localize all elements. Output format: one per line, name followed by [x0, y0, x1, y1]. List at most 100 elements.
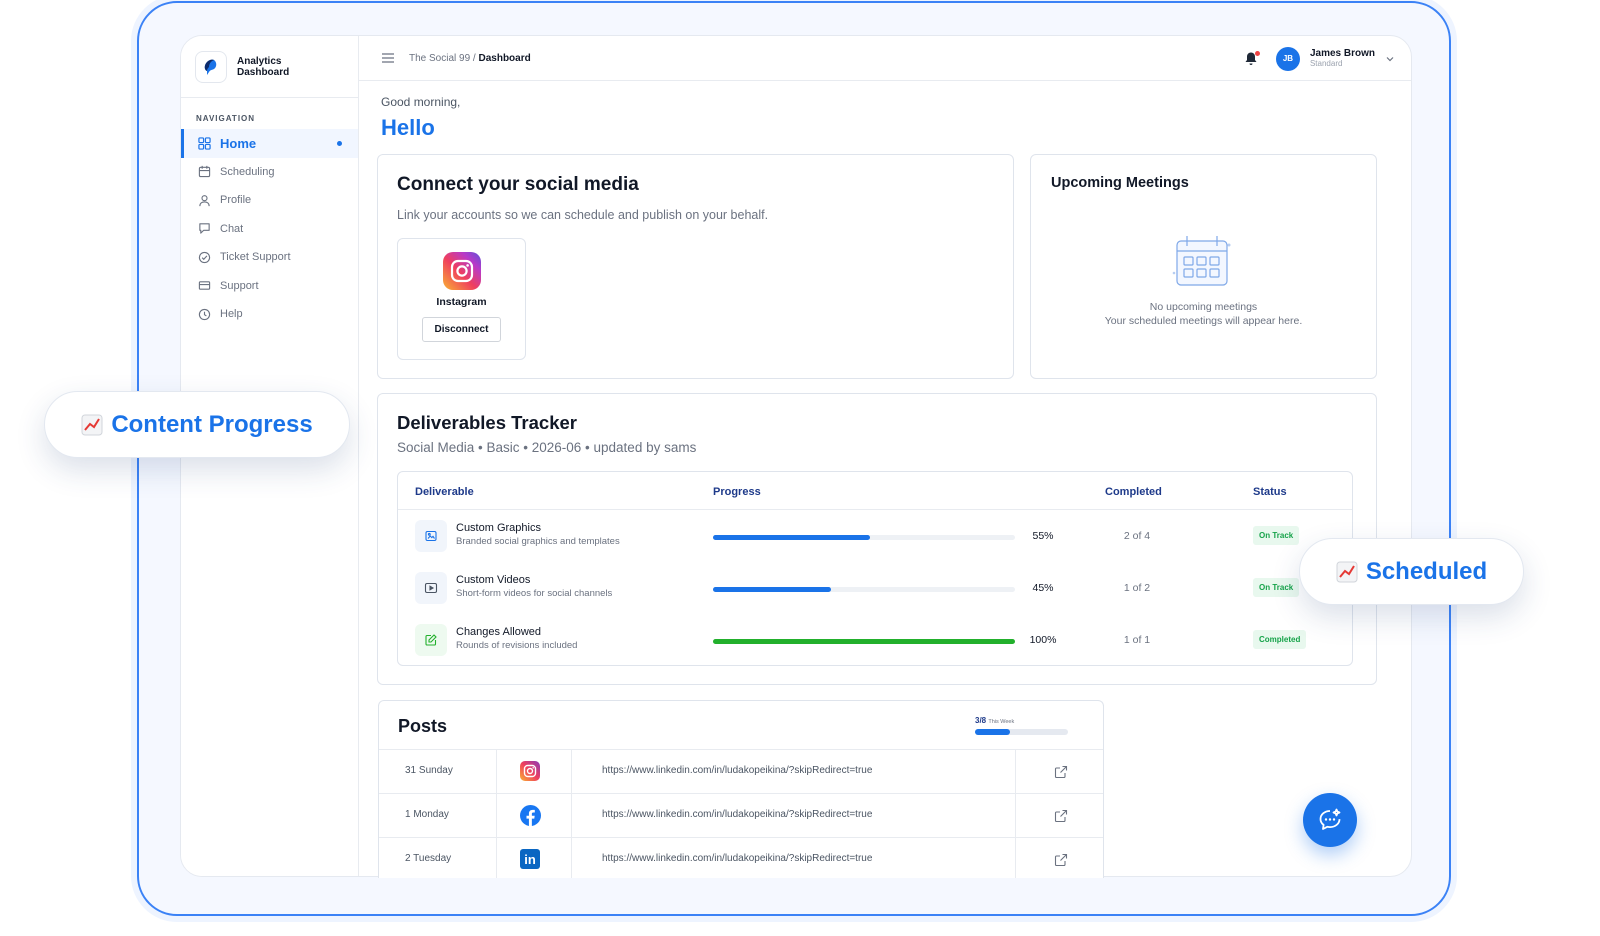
week-count-label: This Week [988, 719, 1015, 725]
status-badge: On Track [1253, 526, 1300, 545]
brand-logo-icon [195, 50, 227, 83]
status-badge: On Track [1253, 578, 1300, 597]
image-icon [415, 520, 447, 552]
sidebar-item-label: Support [220, 279, 259, 292]
menu-icon[interactable] [381, 52, 395, 64]
sidebar-item-label: Home [220, 135, 257, 151]
user-info[interactable]: James Brown Standard [1310, 48, 1375, 69]
list-item[interactable]: 2 Tuesday in https://www.linkedin.com/in… [379, 837, 1103, 878]
chart-trend-icon [1336, 561, 1358, 582]
greeting-small: Good morning, [381, 95, 461, 109]
table-header: Deliverable Progress Completed Status [398, 472, 1352, 510]
sidebar-item-home[interactable]: Home [181, 129, 358, 158]
row-title: Custom Videos [456, 574, 531, 586]
clock-icon [198, 308, 211, 320]
week-count: 3/8 This Week [975, 716, 1014, 725]
post-url[interactable]: https://www.linkedin.com/in/ludakopeikin… [602, 853, 872, 864]
meetings-empty-title: No upcoming meetings [1149, 301, 1258, 313]
breadcrumb-parent[interactable]: The Social 99 [409, 53, 470, 64]
breadcrumb: The Social 99 / Dashboard [409, 53, 531, 64]
row-subtitle: Short-form videos for social channels [456, 588, 613, 599]
upcoming-meetings-card: Upcoming Meetings No upcoming meetings Y… [1030, 154, 1377, 379]
breadcrumb-separator: / [470, 52, 479, 64]
progress-bar-fill [713, 535, 871, 540]
post-url[interactable]: https://www.linkedin.com/in/ludakopeikin… [602, 765, 872, 776]
tracker-title: Deliverables Tracker [397, 412, 577, 433]
post-day: 2 Tuesday [405, 853, 452, 864]
progress-bar [713, 535, 1015, 540]
progress-percent: 55% [1032, 530, 1054, 542]
progress-bar [713, 639, 1015, 644]
column-completed: Completed [1105, 486, 1162, 498]
greeting-large: Hello [381, 115, 435, 140]
calendar-illustration-icon [1172, 236, 1231, 286]
chart-trend-icon [81, 414, 103, 435]
sidebar-item-scheduling[interactable]: Scheduling [181, 158, 358, 187]
tracker-subtitle: Social Media • Basic • 2026-06 • updated… [397, 440, 697, 455]
connect-social-card: Connect your social media Link your acco… [377, 154, 1014, 379]
avatar[interactable]: JB [1275, 46, 1300, 71]
brand-line-2: Dashboard [237, 66, 290, 78]
post-day: 1 Monday [405, 809, 449, 820]
sidebar-item-ticket-support[interactable]: Ticket Support [181, 243, 358, 272]
instagram-icon [442, 252, 481, 290]
sidebar-item-chat[interactable]: Chat [181, 215, 358, 244]
row-subtitle: Branded social graphics and templates [456, 536, 620, 547]
grid-icon [198, 137, 211, 150]
progress-bar-fill [713, 639, 1015, 644]
sidebar-item-label: Ticket Support [220, 251, 291, 264]
content-progress-label: Content Progress [111, 410, 313, 438]
nav-section-title: NAVIGATION [196, 114, 256, 123]
progress-percent: 100% [1029, 634, 1057, 646]
completed-count: 2 of 4 [1123, 530, 1151, 542]
chevron-down-icon[interactable] [1385, 54, 1395, 64]
list-item[interactable]: 31 Sunday https://www.linkedin.com/in/lu… [379, 749, 1103, 793]
meetings-title: Upcoming Meetings [1051, 175, 1189, 191]
sidebar-item-support[interactable]: Support [181, 272, 358, 301]
sidebar-item-label: Profile [220, 194, 252, 207]
deliverables-tracker-card: Deliverables Tracker Social Media • Basi… [377, 393, 1377, 685]
table-row[interactable]: Changes Allowed Rounds of revisions incl… [398, 616, 1352, 665]
table-row[interactable]: Custom Graphics Branded social graphics … [398, 512, 1352, 564]
sidebar-item-profile[interactable]: Profile [181, 186, 358, 215]
brand-line-1: Analytics [237, 55, 282, 67]
table-row[interactable]: Custom Videos Short-form videos for soci… [398, 564, 1352, 616]
instagram-account-tile: Instagram Disconnect [397, 238, 526, 360]
external-link-icon[interactable] [1054, 765, 1068, 779]
linkedin-icon: in [520, 849, 540, 869]
scheduled-label: Scheduled [1365, 557, 1488, 585]
connect-title: Connect your social media [397, 174, 639, 195]
column-progress: Progress [713, 486, 761, 498]
column-deliverable: Deliverable [415, 486, 474, 498]
status-badge: Completed [1253, 630, 1307, 649]
card-icon [198, 281, 211, 291]
post-url[interactable]: https://www.linkedin.com/in/ludakopeikin… [602, 809, 872, 820]
video-icon [415, 572, 447, 604]
instagram-label: Instagram [436, 296, 487, 308]
progress-percent: 45% [1032, 582, 1054, 594]
facebook-icon [520, 805, 541, 826]
post-day: 31 Sunday [405, 765, 453, 776]
sidebar-item-help[interactable]: Help [181, 300, 358, 329]
row-subtitle: Rounds of revisions included [456, 640, 578, 651]
external-link-icon[interactable] [1054, 853, 1068, 867]
notification-bell-icon[interactable] [1244, 50, 1260, 67]
sidebar-item-label: Chat [220, 222, 244, 235]
instagram-icon [520, 761, 540, 781]
disconnect-button[interactable]: Disconnect [421, 317, 502, 342]
scheduled-pill: Scheduled [1299, 538, 1524, 605]
topbar: The Social 99 / Dashboard JB James Brown… [359, 36, 1411, 81]
posts-title: Posts [398, 716, 448, 736]
list-item[interactable]: 1 Monday https://www.linkedin.com/in/lud… [379, 793, 1103, 837]
deliverables-table: Deliverable Progress Completed Status Cu… [397, 471, 1353, 666]
user-plan: Standard [1309, 59, 1343, 68]
completed-count: 1 of 2 [1123, 582, 1151, 594]
posts-card: Posts 3/8 This Week 31 Sunday https://ww… [378, 700, 1104, 878]
row-title: Changes Allowed [456, 626, 542, 638]
posts-list: 31 Sunday https://www.linkedin.com/in/lu… [379, 749, 1103, 878]
chat-fab-button[interactable] [1303, 793, 1357, 847]
brand[interactable]: Analytics Dashboard [181, 36, 358, 98]
external-link-icon[interactable] [1054, 809, 1068, 823]
completed-count: 1 of 1 [1123, 634, 1151, 646]
column-status: Status [1253, 486, 1287, 498]
